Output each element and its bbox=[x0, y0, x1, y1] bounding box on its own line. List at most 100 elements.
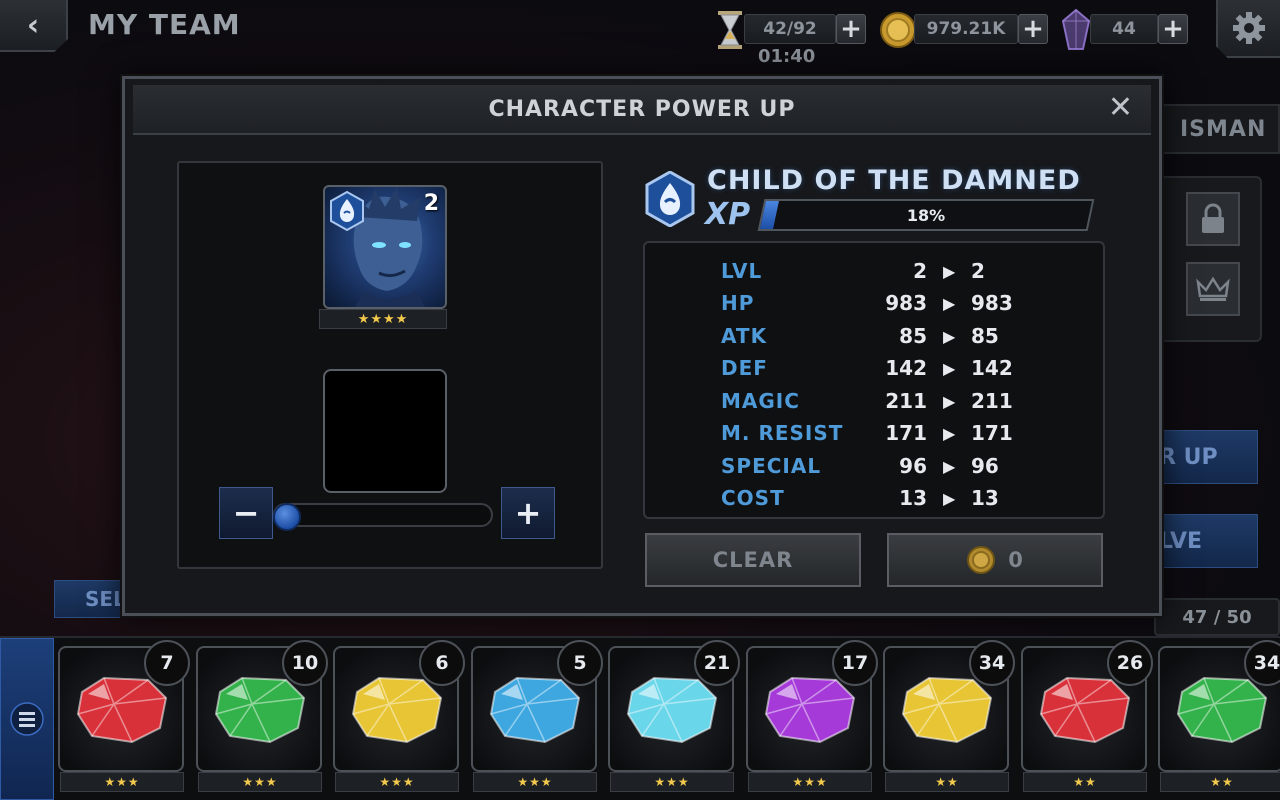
add-energy-button[interactable]: + bbox=[836, 14, 866, 44]
stat-new-value: 142 bbox=[971, 356, 1013, 380]
xp-percent: 18% bbox=[906, 205, 946, 225]
stat-new-value: 2 bbox=[971, 259, 985, 283]
crown-icon bbox=[1196, 276, 1230, 301]
arrow-right-icon: ▶ bbox=[943, 488, 956, 508]
stat-current-value: 13 bbox=[899, 486, 927, 510]
gem-count-badge: 5 bbox=[557, 640, 603, 686]
plus-icon: + bbox=[1022, 14, 1044, 44]
stat-new-value: 211 bbox=[971, 389, 1013, 413]
stat-label: LVL bbox=[721, 259, 763, 283]
confirm-power-up-button[interactable]: 0 bbox=[887, 533, 1103, 587]
settings-button[interactable] bbox=[1216, 0, 1280, 58]
gem-icon bbox=[1176, 676, 1268, 744]
gem-count-badge: 17 bbox=[832, 640, 878, 686]
gem-count-badge: 34 bbox=[969, 640, 1015, 686]
clear-label: CLEAR bbox=[712, 548, 794, 572]
gem-count-badge: 6 bbox=[419, 640, 465, 686]
stat-current-value: 211 bbox=[885, 389, 927, 413]
crystal-value: 44 bbox=[1112, 19, 1136, 39]
close-button[interactable]: ✕ bbox=[1108, 93, 1133, 123]
energy-timer: 01:40 bbox=[758, 46, 816, 67]
stats-panel: LVL 2 ▶ 2 HP 983 ▶ 983 ATK 85 ▶ 85 DEF 1… bbox=[643, 241, 1105, 519]
gold-coin-icon bbox=[878, 10, 918, 50]
add-crystals-button[interactable]: + bbox=[1158, 14, 1188, 44]
gold-value: 979.21K bbox=[926, 19, 1006, 39]
gem-stars: ★★★ bbox=[473, 772, 597, 792]
energy-counter: 42/92 bbox=[744, 14, 836, 44]
gem-stars: ★★ bbox=[885, 772, 1009, 792]
stat-row: COST 13 ▶ 13 bbox=[645, 482, 1103, 514]
page-title: MY TEAM bbox=[88, 8, 241, 41]
plus-icon: + bbox=[514, 494, 542, 532]
gem-icon bbox=[76, 676, 168, 744]
stat-new-value: 96 bbox=[971, 454, 999, 478]
character-slot-panel: 2 ★★★★ − + bbox=[177, 161, 603, 569]
back-button[interactable]: ‹ bbox=[0, 0, 68, 52]
gem-stars: ★★★ bbox=[335, 772, 459, 792]
stat-label: SPECIAL bbox=[721, 454, 822, 478]
slider-thumb[interactable] bbox=[273, 503, 301, 531]
stat-current-value: 96 bbox=[899, 454, 927, 478]
evolve-label: LVE bbox=[1159, 528, 1203, 554]
character-portrait[interactable]: 2 bbox=[323, 185, 447, 309]
clear-button[interactable]: CLEAR bbox=[645, 533, 861, 587]
stat-new-value: 171 bbox=[971, 421, 1013, 445]
gem-stars: ★★ bbox=[1160, 772, 1280, 792]
roster-count-value: 47 / 50 bbox=[1182, 606, 1252, 628]
stat-current-value: 85 bbox=[899, 324, 927, 348]
stat-row: MAGIC 211 ▶ 211 bbox=[645, 385, 1103, 417]
gold-coin-icon bbox=[967, 546, 996, 574]
arrow-right-icon: ▶ bbox=[943, 326, 956, 346]
character-level: 2 bbox=[423, 191, 439, 216]
back-arrow-icon: ‹ bbox=[26, 7, 40, 43]
add-gold-button[interactable]: + bbox=[1018, 14, 1048, 44]
gem-icon bbox=[901, 676, 993, 744]
gem-stars: ★★★ bbox=[198, 772, 322, 792]
stat-label: HP bbox=[721, 291, 755, 315]
energy-value: 42/92 bbox=[763, 19, 817, 39]
stat-label: COST bbox=[721, 486, 785, 510]
stat-current-value: 2 bbox=[913, 259, 927, 283]
plus-icon: + bbox=[840, 14, 862, 44]
gem-icon bbox=[351, 676, 443, 744]
lock-button[interactable] bbox=[1186, 192, 1240, 246]
gem-icon bbox=[489, 676, 581, 744]
gem-icon bbox=[1039, 676, 1131, 744]
character-stars: ★★★★ bbox=[319, 309, 447, 329]
fodder-slot[interactable] bbox=[323, 369, 447, 493]
stat-row: HP 983 ▶ 983 bbox=[645, 287, 1103, 319]
arrow-right-icon: ▶ bbox=[943, 456, 956, 476]
stat-new-value: 13 bbox=[971, 486, 999, 510]
gold-counter: 979.21K bbox=[914, 14, 1018, 44]
stat-label: DEF bbox=[721, 356, 768, 380]
modal-header: CHARACTER POWER UP bbox=[133, 85, 1151, 135]
crystal-counter: 44 bbox=[1090, 14, 1158, 44]
arrow-right-icon: ▶ bbox=[943, 293, 956, 313]
stat-label: M. RESIST bbox=[721, 421, 844, 445]
crystal-icon bbox=[1060, 8, 1092, 52]
xp-label: XP bbox=[705, 197, 751, 232]
increase-button[interactable]: + bbox=[501, 487, 555, 539]
quantity-slider[interactable] bbox=[273, 503, 493, 531]
water-drop-icon bbox=[330, 190, 364, 232]
roster-count: 47 / 50 bbox=[1154, 598, 1280, 636]
stat-row: SPECIAL 96 ▶ 96 bbox=[645, 450, 1103, 482]
menu-icon bbox=[10, 702, 44, 736]
stat-new-value: 983 bbox=[971, 291, 1013, 315]
water-class-badge bbox=[329, 190, 365, 232]
water-class-icon bbox=[645, 170, 699, 229]
stat-current-value: 983 bbox=[885, 291, 927, 315]
gem-count-badge: 21 bbox=[694, 640, 740, 686]
minus-icon: − bbox=[232, 494, 260, 532]
gem-icon bbox=[214, 676, 306, 744]
favorite-crown-button[interactable] bbox=[1186, 262, 1240, 316]
tray-menu-button[interactable] bbox=[0, 638, 54, 800]
arrow-right-icon: ▶ bbox=[943, 391, 956, 411]
hourglass-icon bbox=[712, 10, 748, 50]
gem-stars: ★★★ bbox=[610, 772, 734, 792]
close-icon: ✕ bbox=[1107, 90, 1133, 125]
character-name: CHILD OF THE DAMNED bbox=[707, 165, 1081, 196]
gem-stars: ★★★ bbox=[748, 772, 872, 792]
decrease-button[interactable]: − bbox=[219, 487, 273, 539]
gem-icon bbox=[626, 676, 718, 744]
